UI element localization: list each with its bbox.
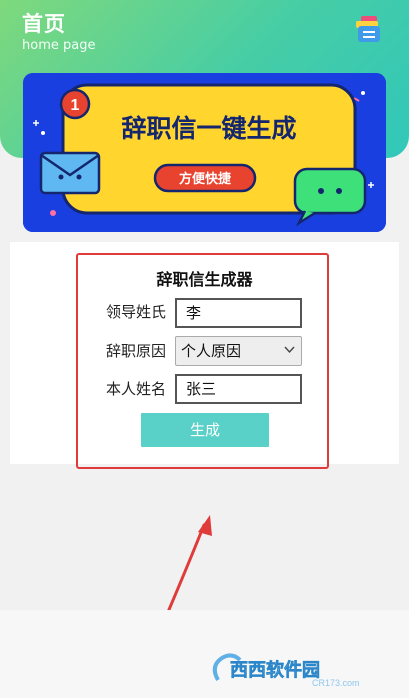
envelope-icon: [39, 151, 101, 195]
page-title: 首页: [22, 12, 66, 36]
banner-illustration: 1 辞职信一键生成 方便快捷: [23, 73, 386, 232]
banner-headline: 辞职信一键生成: [121, 114, 296, 143]
stacked-cards-icon[interactable]: [352, 16, 382, 44]
promo-banner[interactable]: 1 辞职信一键生成 方便快捷: [23, 73, 386, 232]
watermark-domain: CR173.com: [312, 678, 360, 688]
watermark-logo: 西西软件园 CR173.com: [212, 653, 360, 688]
watermark-brand: 西西软件园: [230, 659, 320, 680]
banner-badge: 1: [71, 97, 80, 114]
page-subtitle: home page: [22, 38, 96, 53]
banner-tagline: 方便快捷: [179, 171, 232, 187]
highlight-box: [76, 253, 329, 469]
